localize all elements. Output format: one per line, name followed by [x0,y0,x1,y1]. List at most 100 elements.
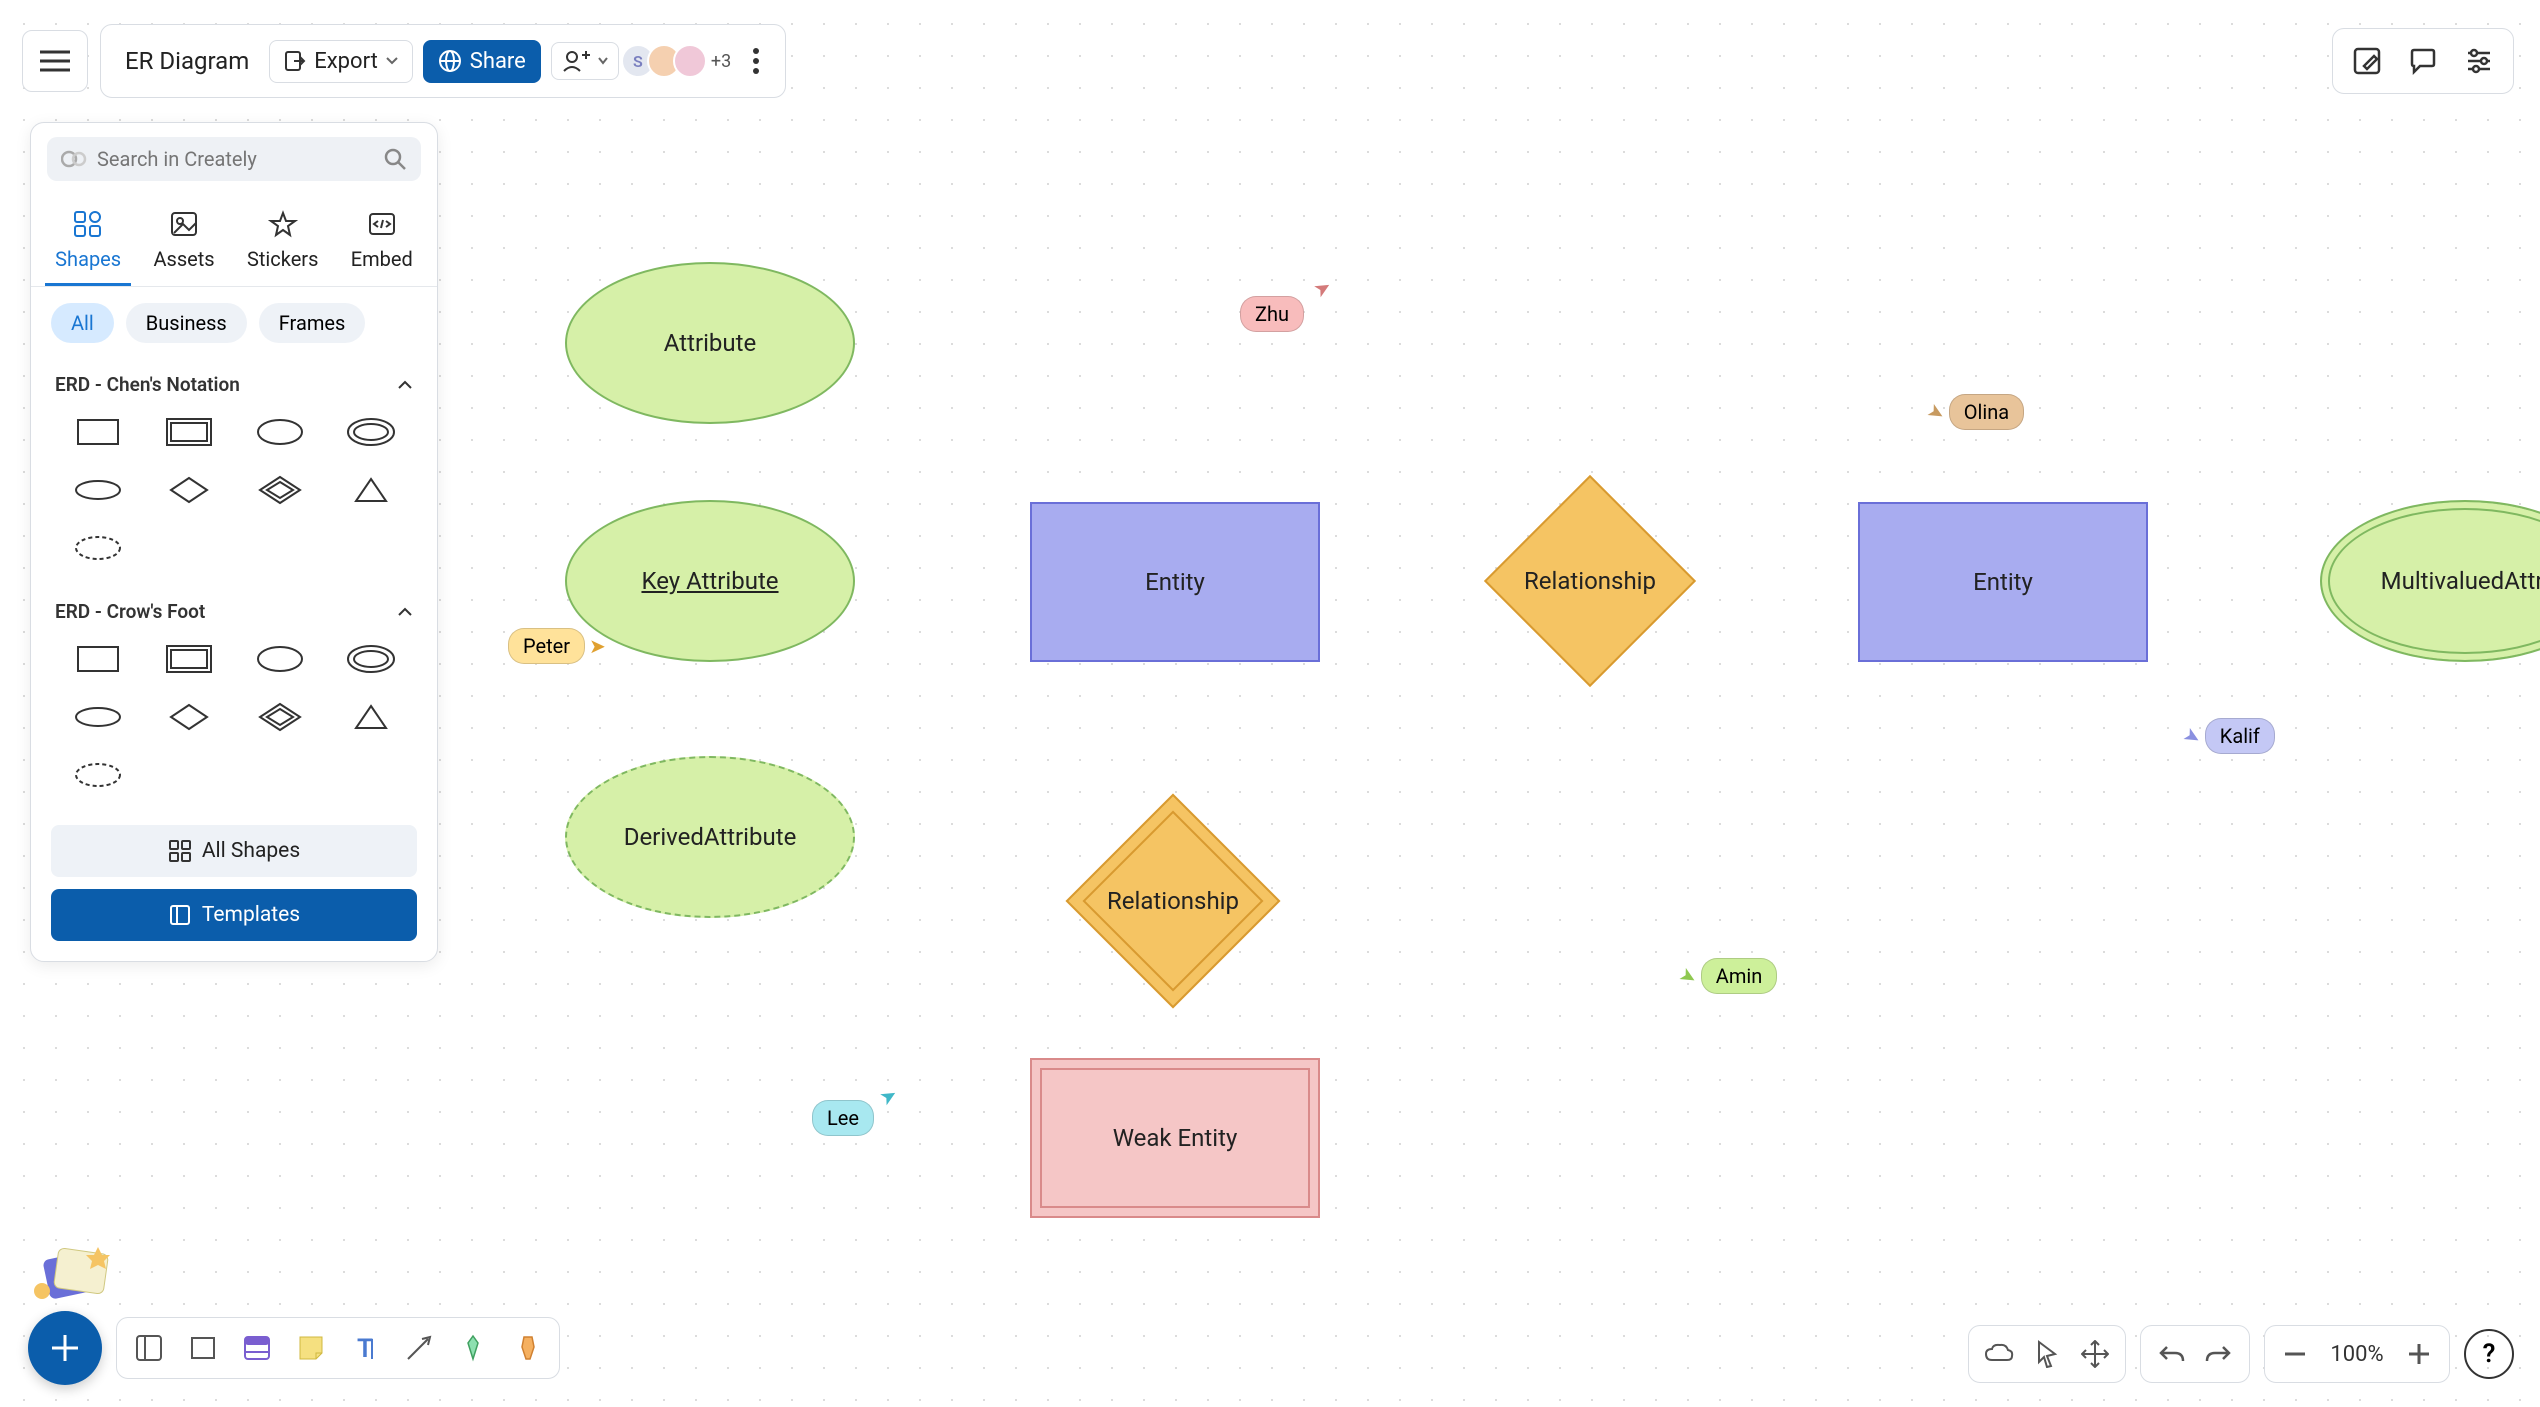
cursor-lee: Lee ➤ [812,1100,895,1136]
shape-double-rectangle[interactable] [150,412,227,452]
arrow-icon [404,1333,434,1363]
pointer-button[interactable] [2025,1332,2069,1376]
shape-key-attribute[interactable]: Key Attribute [565,500,855,662]
cursor-arrow-icon: ➤ [1923,397,1950,426]
settings-button[interactable] [2455,37,2503,85]
shape-double-ellipse[interactable] [332,412,409,452]
shape-relationship-1[interactable]: Relationship [1485,520,1695,642]
shape-ellipse[interactable] [241,639,318,679]
section-title: ERD - Crow's Foot [55,600,205,623]
text-tool[interactable]: T [341,1324,389,1372]
shape-label: Attribute [664,329,756,357]
tab-stickers[interactable]: Stickers [237,201,328,286]
shape-rectangle[interactable] [59,412,136,452]
shape-double-ellipse[interactable] [332,639,409,679]
shape-derived-attribute[interactable]: DerivedAttribute [565,756,855,918]
cursor-label: Amin [1701,958,1778,994]
tab-shapes[interactable]: Shapes [45,201,131,286]
shape-double-diamond[interactable] [241,697,318,737]
cursor-zhu: Zhu ➤ [1240,296,1325,332]
shape-double-diamond[interactable] [241,470,318,510]
filter-all[interactable]: All [51,303,114,343]
more-count[interactable]: +3 [711,51,731,72]
shape-rectangle[interactable] [59,639,136,679]
sync-button[interactable] [1977,1332,2021,1376]
search-input[interactable] [97,147,373,171]
bottom-tools: T [116,1317,560,1379]
undo-button[interactable] [2149,1332,2193,1376]
share-button[interactable]: Share [423,40,541,83]
zoom-level[interactable]: 100% [2321,1342,2393,1367]
pen-tool[interactable] [449,1324,497,1372]
logo-icon [61,149,87,169]
cursor-olina: ➤ Olina [1928,394,2024,430]
cards-decoration [28,1241,118,1313]
highlighter-tool[interactable] [503,1324,551,1372]
comments-button[interactable] [2399,37,2447,85]
shape-flat-ellipse[interactable] [59,697,136,737]
export-icon [284,50,306,72]
bottom-right-toolbar: 100% ? [1968,1325,2514,1383]
shape-double-rectangle[interactable] [150,639,227,679]
zoom-group: 100% [2264,1325,2450,1383]
connector-tool[interactable] [395,1324,443,1372]
all-shapes-button[interactable]: All Shapes [51,825,417,877]
shape-triangle[interactable] [332,470,409,510]
code-icon [367,210,397,238]
tab-assets[interactable]: Assets [143,201,224,286]
shape-flat-ellipse[interactable] [59,470,136,510]
plus-icon [2408,1343,2430,1365]
redo-button[interactable] [2197,1332,2241,1376]
collaborator-avatars[interactable]: S +3 [629,44,731,78]
zoom-out-button[interactable] [2273,1332,2317,1376]
avatar[interactable] [673,44,707,78]
shape-weak-entity[interactable]: Weak Entity [1030,1058,1320,1218]
shape-entity-1[interactable]: Entity [1030,502,1320,662]
section-crow[interactable]: ERD - Crow's Foot [31,586,437,629]
shape-diamond[interactable] [150,697,227,737]
add-fab[interactable] [28,1311,102,1385]
frame-tool[interactable] [125,1324,173,1372]
more-menu-button[interactable] [741,48,771,74]
invite-button[interactable] [551,42,619,80]
tab-label: Stickers [247,247,318,271]
edit-icon [2352,46,2382,76]
shape-grid-crow [31,629,437,813]
frame-icon [134,1333,164,1363]
button-label: Templates [202,903,300,927]
edit-button[interactable] [2343,37,2391,85]
filter-business[interactable]: Business [126,303,247,343]
doc-title[interactable]: ER Diagram [115,47,259,75]
export-button[interactable]: Export [269,40,413,83]
filter-frames[interactable]: Frames [259,303,366,343]
shape-dashed-ellipse[interactable] [59,528,136,568]
tab-label: Shapes [55,247,121,271]
highlighter-icon [512,1333,542,1363]
templates-button[interactable]: Templates [51,889,417,941]
plus-icon [48,1331,82,1365]
shape-ellipse[interactable] [241,412,318,452]
shape-label: DerivedAttribute [624,823,797,851]
shape-dashed-ellipse[interactable] [59,755,136,795]
shape-diamond[interactable] [150,470,227,510]
shape-label: MultivaluedAttri [2381,567,2540,595]
export-label: Export [314,49,378,74]
menu-button[interactable] [22,30,88,92]
top-left-toolbar: ER Diagram Export Share S +3 [22,24,786,98]
shape-entity-2[interactable]: Entity [1858,502,2148,662]
search-box[interactable] [47,137,421,181]
pan-button[interactable] [2073,1332,2117,1376]
zoom-in-button[interactable] [2397,1332,2441,1376]
rectangle-tool[interactable] [179,1324,227,1372]
shape-attribute[interactable]: Attribute [565,262,855,424]
cursor-kalif: ➤ Kalif [2184,718,2275,754]
shape-triangle[interactable] [332,697,409,737]
section-chen[interactable]: ERD - Chen's Notation [31,359,437,402]
globe-icon [438,49,462,73]
help-button[interactable]: ? [2464,1329,2514,1379]
sticky-tool[interactable] [287,1324,335,1372]
table-tool[interactable] [233,1324,281,1372]
tab-embed[interactable]: Embed [341,201,423,286]
undo-redo-group [2140,1325,2250,1383]
shape-relationship-2[interactable]: Relationship [1068,836,1278,966]
